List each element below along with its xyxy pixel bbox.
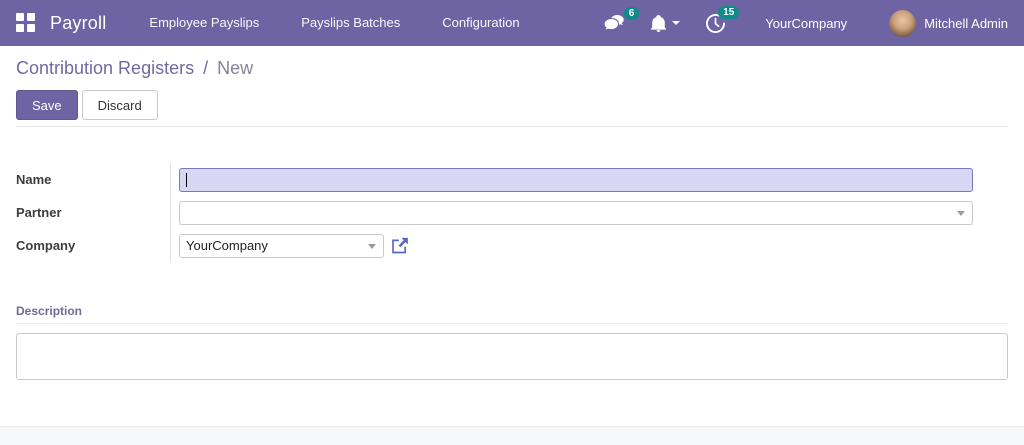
company-input[interactable] [179, 233, 384, 258]
partner-input[interactable] [179, 200, 973, 225]
field-labels-column: Name Partner Company [16, 163, 170, 262]
text-cursor [186, 172, 187, 187]
messages-icon [603, 14, 625, 32]
field-inputs-column [170, 163, 973, 262]
external-link-icon[interactable] [391, 237, 409, 255]
messages-button[interactable]: 6 [603, 6, 640, 32]
breadcrumb-current: New [217, 58, 254, 78]
breadcrumb: Contribution Registers / New [16, 58, 1008, 79]
menu-payslips-batches[interactable]: Payslips Batches [280, 0, 421, 46]
bottom-strip [0, 426, 1024, 445]
description-label: Description [16, 304, 83, 318]
name-field-label: Name [16, 172, 52, 187]
systray: 6 15 YourCompany Mitchell Admin [577, 5, 1008, 37]
user-menu[interactable]: Mitchell Admin [889, 9, 1008, 37]
control-panel-divider [16, 126, 1008, 127]
control-panel-buttons: Save Discard [16, 90, 1008, 120]
field-group: Name Partner Company [16, 163, 1008, 262]
user-name: Mitchell Admin [924, 15, 1008, 31]
partner-field-label: Partner [16, 205, 62, 220]
breadcrumb-separator: / [203, 58, 209, 78]
description-separator: Description [16, 302, 1008, 324]
top-navbar: Payroll Employee Payslips Payslips Batch… [0, 0, 1024, 46]
form-sheet: Name Partner Company YourCompany Descrip… [0, 163, 1024, 380]
control-panel: Contribution Registers / New Save Discar… [0, 58, 1024, 127]
menu-configuration[interactable]: Configuration [421, 0, 540, 46]
save-button[interactable]: Save [16, 90, 78, 120]
company-switcher[interactable]: YourCompany [765, 16, 847, 31]
menu-employee-payslips[interactable]: Employee Payslips [128, 0, 280, 46]
main-menu: Employee Payslips Payslips Batches Confi… [128, 0, 540, 46]
name-input[interactable] [179, 167, 973, 192]
bell-icon [651, 14, 667, 32]
breadcrumb-parent-link[interactable]: Contribution Registers [16, 58, 194, 78]
chevron-down-icon [672, 21, 681, 25]
apps-menu-icon[interactable] [16, 13, 36, 33]
messages-badge: 6 [623, 6, 640, 20]
avatar [889, 9, 917, 37]
activities-button[interactable]: 15 [706, 5, 740, 33]
description-textarea[interactable] [16, 333, 1008, 380]
notifications-button[interactable] [651, 14, 681, 32]
company-field-label: Company [16, 238, 76, 253]
activities-badge: 15 [718, 5, 740, 19]
app-brand[interactable]: Payroll [50, 13, 106, 34]
discard-button[interactable]: Discard [81, 90, 158, 120]
